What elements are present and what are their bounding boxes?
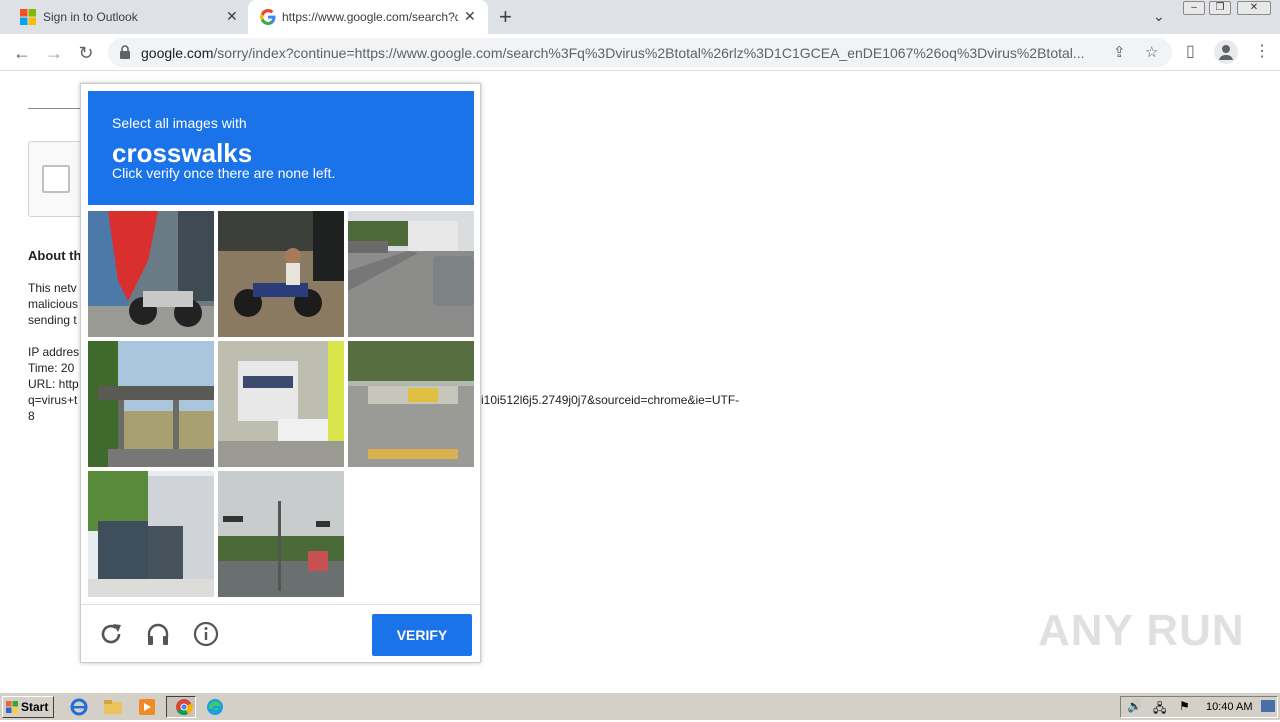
- image-tile-1[interactable]: [88, 211, 214, 337]
- challenge-header: Select all images with crosswalks Click …: [88, 91, 474, 205]
- image-tile-4[interactable]: [88, 341, 214, 467]
- image-tile-2[interactable]: [218, 211, 344, 337]
- microsoft-logo-icon: [20, 9, 36, 25]
- restore-window-icon[interactable]: ❐: [1209, 1, 1231, 15]
- file-explorer-icon[interactable]: [102, 697, 124, 717]
- paragraph-line: sending t: [28, 313, 77, 327]
- challenge-subtext: Click verify once there are none left.: [112, 165, 336, 181]
- close-tab-icon[interactable]: ✕: [464, 8, 476, 25]
- start-label: Start: [21, 700, 49, 714]
- address-bar[interactable]: google.com/sorry/index?continue=https://…: [108, 38, 1172, 67]
- start-button[interactable]: Start: [2, 696, 54, 718]
- image-tile-7[interactable]: [88, 471, 214, 597]
- divider: [28, 108, 88, 109]
- challenge-footer: VERIFY: [81, 604, 480, 662]
- tab-search-chevron-icon[interactable]: ⌄: [1153, 8, 1165, 25]
- reload-challenge-icon[interactable]: [98, 621, 124, 647]
- info-icon[interactable]: [193, 621, 219, 647]
- url-tail: i10i512l6j5.2749j0j7&sourceid=chrome&ie=…: [481, 393, 740, 407]
- verify-button[interactable]: VERIFY: [372, 614, 472, 656]
- tab-google-search[interactable]: https://www.google.com/search?q= ✕: [248, 0, 488, 34]
- browser-toolbar: ← → ↻ google.com/sorry/index?continue=ht…: [0, 34, 1280, 71]
- anyrun-watermark: ANY RUN: [1038, 606, 1245, 655]
- show-desktop-icon[interactable]: [1261, 700, 1275, 712]
- chrome-taskbar-button[interactable]: [166, 696, 196, 718]
- taskbar-clock: 10:40 AM: [1206, 701, 1253, 713]
- profile-avatar-icon[interactable]: [1214, 40, 1238, 64]
- forward-arrow-icon[interactable]: →: [42, 41, 66, 65]
- paragraph-line: malicious: [28, 297, 79, 311]
- internet-explorer-icon[interactable]: [68, 697, 90, 717]
- reload-icon[interactable]: ↻: [74, 41, 98, 65]
- ip-address-label: IP addres: [28, 345, 80, 359]
- url-label: URL: http: [28, 377, 79, 391]
- minimize-window-icon[interactable]: –: [1183, 1, 1205, 15]
- tab-strip: Sign in to Outlook ✕ https://www.google.…: [0, 0, 1280, 34]
- back-arrow-icon[interactable]: ←: [10, 41, 34, 65]
- time-label: Time: 20: [28, 361, 75, 375]
- close-window-icon[interactable]: ✕: [1237, 1, 1271, 15]
- tab-title: Sign in to Outlook: [43, 10, 138, 24]
- media-player-icon[interactable]: [136, 697, 158, 717]
- google-logo-icon: [260, 9, 276, 25]
- image-tile-6[interactable]: [348, 341, 474, 467]
- recaptcha-checkbox-widget: [28, 141, 88, 217]
- windows-taskbar: Start 🔊 🖧 ⚑ 10:40 AM: [0, 692, 1280, 720]
- network-icon[interactable]: 🖧: [1153, 699, 1166, 720]
- url-text: google.com/sorry/index?continue=https://…: [141, 45, 1101, 61]
- tab-outlook[interactable]: Sign in to Outlook ✕: [8, 0, 246, 34]
- image-tile-8[interactable]: [218, 471, 344, 597]
- paragraph-line: This netv: [28, 281, 77, 295]
- new-tab-icon[interactable]: +: [499, 4, 512, 30]
- edge-icon[interactable]: [204, 697, 226, 717]
- url-host: google.com: [141, 45, 214, 61]
- lock-icon: [120, 45, 130, 59]
- url-continued: q=virus+t: [28, 393, 78, 407]
- system-tray: 🔊 🖧 ⚑: [1120, 696, 1278, 718]
- url-path: /sorry/index?continue=https://www.google…: [213, 45, 1085, 61]
- chrome-icon: [176, 699, 193, 716]
- recaptcha-challenge-dialog: Select all images with crosswalks Click …: [80, 83, 481, 663]
- challenge-instruction: Select all images with: [112, 115, 247, 131]
- image-tile-5[interactable]: [218, 341, 344, 467]
- audio-challenge-icon[interactable]: [145, 621, 171, 647]
- windows-logo-icon: [6, 701, 18, 713]
- action-center-flag-icon[interactable]: ⚑: [1179, 699, 1190, 713]
- volume-icon[interactable]: 🔊: [1127, 699, 1142, 713]
- recaptcha-checkbox[interactable]: [42, 165, 70, 193]
- image-tile-3[interactable]: [348, 211, 474, 337]
- share-icon[interactable]: ⇪: [1113, 43, 1126, 61]
- close-tab-icon[interactable]: ✕: [226, 8, 238, 25]
- tab-title: https://www.google.com/search?q=: [282, 10, 458, 24]
- url-continued: 8: [28, 409, 35, 423]
- menu-kebab-icon[interactable]: ⋮: [1254, 41, 1270, 61]
- about-heading: About th: [28, 248, 82, 263]
- side-panel-icon[interactable]: ▯: [1186, 41, 1195, 61]
- bookmark-star-icon[interactable]: ☆: [1145, 43, 1158, 61]
